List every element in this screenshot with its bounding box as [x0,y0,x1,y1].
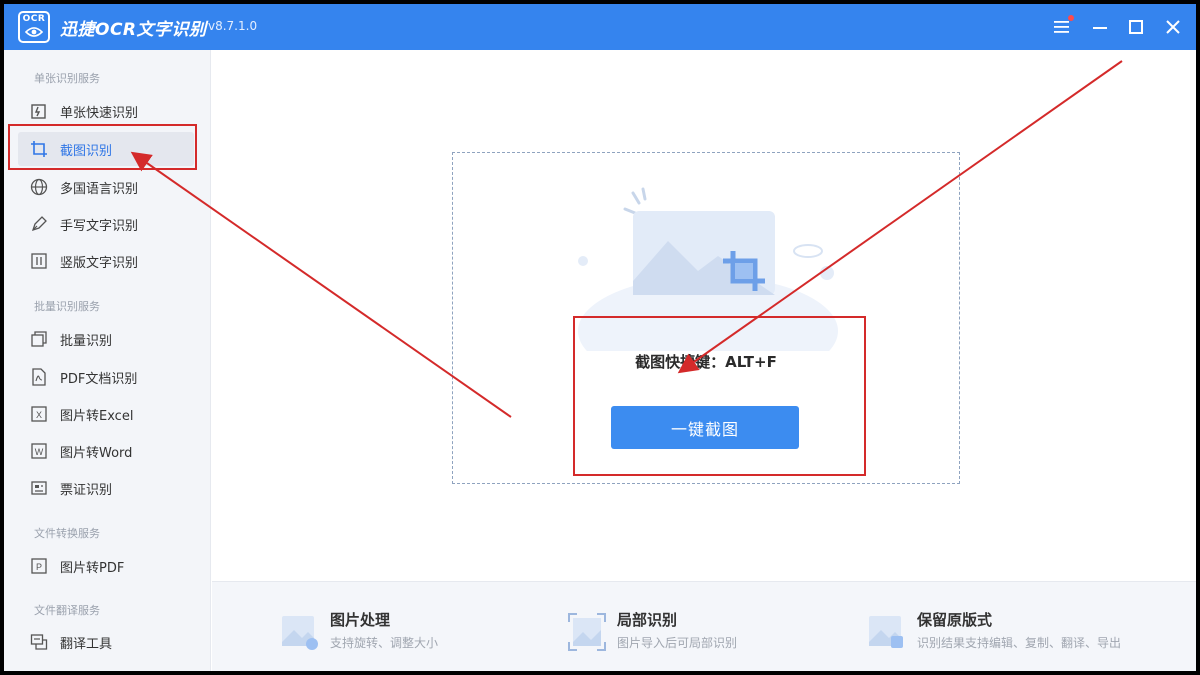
main-panel: 截图快捷键：ALT+F 一键截图 [212,50,1196,581]
title-bar: OCR 迅捷OCR文字识别 v8.7.1.0 [4,4,1196,50]
minimize-icon [1093,27,1107,29]
maximize-button[interactable] [1122,13,1150,41]
excel-icon: X [30,405,48,423]
sidebar-item-label: 竖版文字识别 [60,255,139,271]
capture-dropzone[interactable]: 截图快捷键：ALT+F 一键截图 [452,152,960,484]
menu-button[interactable] [1048,13,1076,41]
svg-text:P: P [36,562,42,572]
ticket-icon [30,479,48,497]
app-window: OCR 迅捷OCR文字识别 v8.7.1.0 单张识别服务 单张快速识别 截图识… [4,4,1196,671]
maximize-icon [1129,20,1143,34]
screenshot-illustration [578,187,838,351]
sidebar-item-translate[interactable]: 翻译工具 [18,625,194,659]
notification-dot [1068,15,1074,21]
sidebar: 单张识别服务 单张快速识别 截图识别 多国语言识别 手写文字识别 竖版文字识别 … [4,50,211,671]
sidebar-item-label: 图片转Word [60,445,133,461]
image-to-pdf-icon: P [30,557,48,575]
word-icon: W [30,442,48,460]
image-edit-icon [282,616,318,650]
section-title-convert: 文件转换服务 [34,527,100,540]
sidebar-item-label: PDF文档识别 [60,371,138,387]
section-title-translate: 文件翻译服务 [34,604,100,617]
svg-text:W: W [35,447,44,457]
eye-icon [25,27,43,37]
translate-icon [30,633,48,651]
close-button[interactable] [1159,13,1187,41]
app-version: v8.7.1.0 [208,19,258,33]
svg-text:X: X [36,410,42,420]
sidebar-item-ticket[interactable]: 票证识别 [18,471,194,505]
vertical-text-icon [30,252,48,270]
sidebar-item-label: 票证识别 [60,482,113,498]
feature-strip: 图片处理 支持旋转、调整大小 局部识别 图片导入后可局部识别 保留原版式 识别结… [212,581,1196,671]
feature-desc: 支持旋转、调整大小 [330,636,439,650]
close-icon [1166,20,1180,34]
feature-title: 保留原版式 [917,611,993,629]
one-click-capture-button[interactable]: 一键截图 [611,406,799,449]
sidebar-item-multilang[interactable]: 多国语言识别 [18,170,194,204]
globe-icon [30,178,48,196]
sidebar-item-label: 批量识别 [60,333,113,349]
feature-desc: 识别结果支持编辑、复制、翻译、导出 [917,636,1122,650]
pdf-icon [30,368,48,386]
batch-icon [30,330,48,348]
sidebar-item-label: 图片转PDF [60,560,125,576]
section-title-single: 单张识别服务 [34,72,100,85]
sidebar-item-label: 手写文字识别 [60,218,139,234]
sidebar-item-label: 多国语言识别 [60,181,139,197]
sidebar-item-vertical-text[interactable]: 竖版文字识别 [18,244,194,278]
feature-desc: 图片导入后可局部识别 [617,636,738,650]
sidebar-item-batch[interactable]: 批量识别 [18,322,194,356]
app-logo: OCR [18,11,50,43]
pen-icon [30,215,48,233]
shortcut-hint: 截图快捷键：ALT+F [635,353,777,371]
minimize-button[interactable] [1086,13,1114,41]
sidebar-item-handwriting[interactable]: 手写文字识别 [18,207,194,241]
sidebar-item-label: 单张快速识别 [60,105,139,121]
crop-icon [30,140,48,158]
section-title-batch: 批量识别服务 [34,300,100,313]
quick-scan-icon [30,102,48,120]
sidebar-item-label: 截图识别 [60,143,113,159]
partial-scan-icon [568,613,606,651]
feature-title: 局部识别 [617,611,678,629]
sidebar-item-label: 图片转Excel [60,408,134,424]
sidebar-item-pdf[interactable]: PDF文档识别 [18,360,194,394]
sidebar-item-quick-scan[interactable]: 单张快速识别 [18,94,194,128]
sidebar-item-screenshot-ocr[interactable]: 截图识别 [18,132,194,166]
app-title: 迅捷OCR文字识别 [60,20,207,40]
sidebar-item-word[interactable]: W 图片转Word [18,434,194,468]
sidebar-item-excel[interactable]: X 图片转Excel [18,397,194,431]
hamburger-icon [1054,21,1069,33]
feature-title: 图片处理 [330,611,391,629]
logo-text: OCR [22,14,46,24]
sidebar-item-label: 翻译工具 [60,636,113,652]
layout-icon [869,616,903,648]
sidebar-item-image-to-pdf[interactable]: P 图片转PDF [18,549,194,583]
